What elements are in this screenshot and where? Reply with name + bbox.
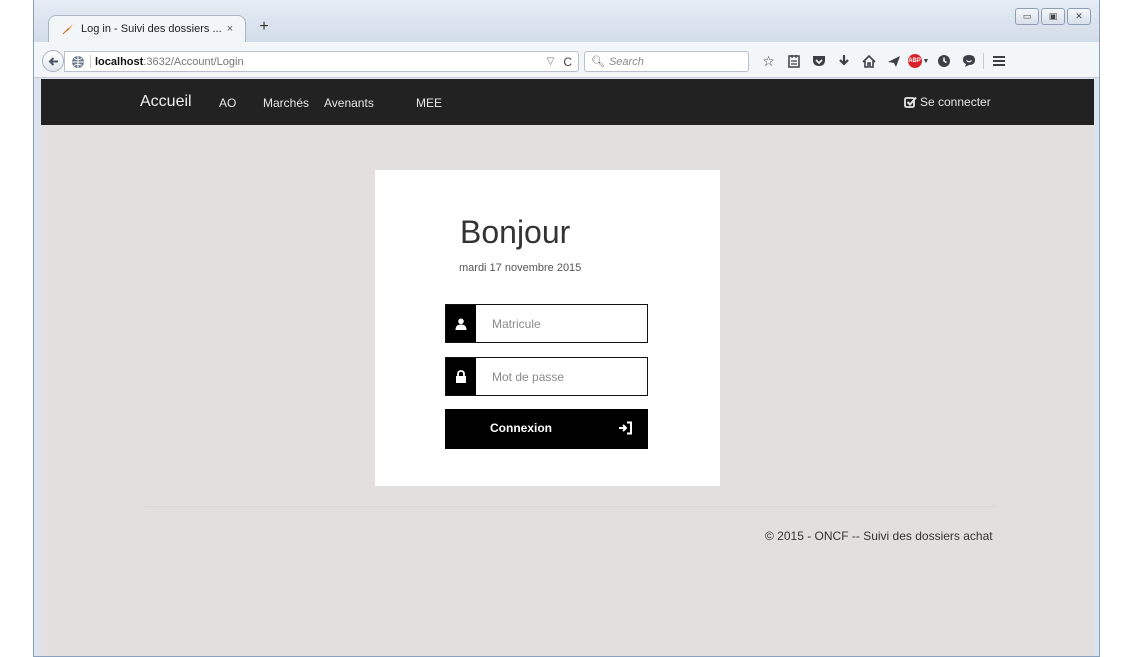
password-field	[445, 357, 648, 396]
reading-list-icon[interactable]	[781, 50, 806, 72]
greeting-heading: Bonjour	[460, 214, 571, 250]
pocket-icon[interactable]	[806, 50, 831, 72]
login-card: Bonjour mardi 17 novembre 2015 Connexion	[375, 170, 720, 486]
close-window-button[interactable]: ✕	[1067, 8, 1091, 25]
checkbox-icon	[904, 96, 917, 108]
lock-icon	[446, 358, 476, 395]
matricule-input[interactable]	[476, 305, 647, 342]
reload-icon[interactable]: C	[563, 55, 572, 69]
menu-icon[interactable]	[986, 50, 1011, 72]
url-separator	[90, 55, 91, 68]
downloads-icon[interactable]	[831, 50, 856, 72]
chevron-down-icon: ▼	[922, 57, 930, 65]
nav-item-ao[interactable]: AO	[219, 96, 236, 110]
page-content: Accueil AO Marchés Avenants MEE Se conne…	[41, 79, 1094, 656]
password-input[interactable]	[476, 358, 647, 395]
tab-title: Log in - Suivi des dossiers ...	[81, 23, 222, 35]
chat-icon[interactable]	[956, 50, 981, 72]
bookmark-star-icon[interactable]: ☆	[756, 50, 781, 72]
dropdown-arrow-icon[interactable]: ▽	[547, 56, 555, 67]
nav-item-marches[interactable]: Marchés	[263, 96, 309, 110]
footer-divider	[145, 506, 995, 507]
nav-brand-accueil[interactable]: Accueil	[140, 93, 192, 111]
nav-item-mee[interactable]: MEE	[416, 96, 442, 110]
back-button[interactable]	[42, 50, 64, 72]
browser-toolbar: localhost :3632/Account/Login ▽ C 🔍︎ Sea…	[34, 42, 1099, 78]
abp-badge: ABP	[907, 54, 922, 68]
toolbar-icons: ☆ ABP ▼	[756, 50, 1011, 72]
navbar: Accueil AO Marchés Avenants MEE Se conne…	[41, 79, 1094, 125]
search-icon: 🔍︎	[591, 56, 605, 68]
url-bar[interactable]: localhost :3632/Account/Login ▽ C	[64, 51, 579, 72]
home-icon[interactable]	[856, 50, 881, 72]
tab-close-icon[interactable]: ×	[223, 23, 237, 35]
browser-window: Log in - Suivi des dossiers ... × + ▭ ▣ …	[33, 0, 1100, 657]
minimize-button[interactable]: ▭	[1015, 8, 1039, 25]
footer-text: © 2015 - ONCF -- Suivi des dossiers acha…	[765, 529, 993, 543]
sign-in-icon	[619, 421, 632, 435]
toolbar-separator	[983, 53, 984, 69]
search-placeholder: Search	[608, 55, 644, 68]
search-input[interactable]: 🔍︎ Search	[584, 51, 749, 72]
tab-strip: Log in - Suivi des dossiers ... × + ▭ ▣ …	[34, 0, 1099, 42]
nav-item-avenants[interactable]: Avenants	[324, 96, 374, 110]
login-link-label: Se connecter	[920, 95, 991, 109]
matricule-field	[445, 304, 648, 343]
connexion-button[interactable]: Connexion	[445, 409, 648, 449]
login-link[interactable]: Se connecter	[904, 95, 991, 109]
url-host: localhost	[95, 55, 144, 68]
maximize-button[interactable]: ▣	[1041, 8, 1065, 25]
feather-icon	[62, 24, 73, 35]
back-arrow-icon	[48, 57, 58, 66]
share-icon[interactable]	[881, 50, 906, 72]
connexion-button-label: Connexion	[490, 421, 552, 435]
history-icon[interactable]	[931, 50, 956, 72]
globe-icon	[72, 55, 84, 68]
new-tab-button[interactable]: +	[254, 17, 274, 37]
window-controls: ▭ ▣ ✕	[1015, 8, 1091, 25]
current-date: mardi 17 novembre 2015	[459, 262, 582, 274]
adblock-plus-icon[interactable]: ABP ▼	[906, 50, 931, 72]
url-path: :3632/Account/Login	[143, 55, 244, 68]
tab-login[interactable]: Log in - Suivi des dossiers ... ×	[48, 15, 246, 42]
user-icon	[446, 305, 476, 342]
